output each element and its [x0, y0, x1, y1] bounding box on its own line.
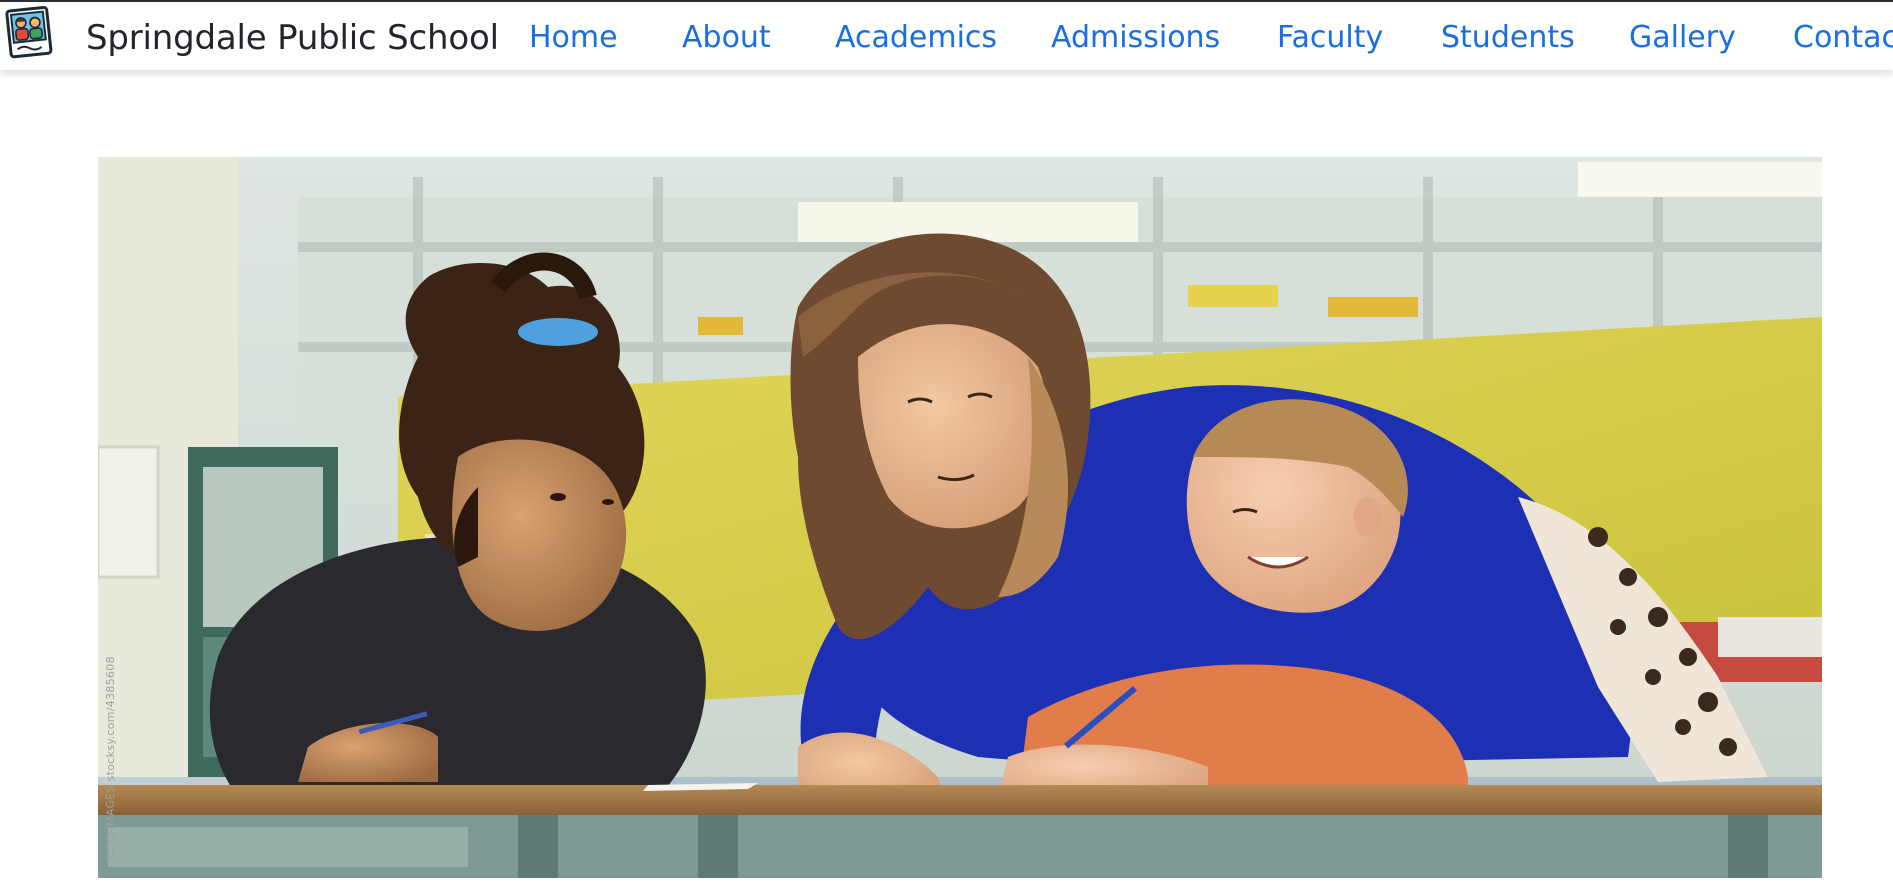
classroom-photo — [98, 157, 1822, 878]
nav-about[interactable]: About — [682, 20, 771, 55]
nav-academics[interactable]: Academics — [835, 20, 997, 55]
nav-gallery[interactable]: Gallery — [1629, 20, 1736, 55]
school-name[interactable]: Springdale Public School — [86, 18, 499, 58]
photo-credit: ALTO IMAGES stocksy.com/4385608 — [104, 656, 117, 862]
nav-faculty[interactable]: Faculty — [1277, 20, 1383, 55]
site-header: Springdale Public School Home About Acad… — [0, 0, 1893, 70]
school-logo-icon[interactable] — [4, 4, 56, 62]
nav-students[interactable]: Students — [1441, 20, 1575, 55]
nav-contact[interactable]: Contact — [1793, 20, 1893, 55]
nav-admissions[interactable]: Admissions — [1051, 20, 1220, 55]
hero-image: ALTO IMAGES stocksy.com/4385608 — [98, 157, 1822, 878]
nav-home[interactable]: Home — [529, 20, 618, 55]
